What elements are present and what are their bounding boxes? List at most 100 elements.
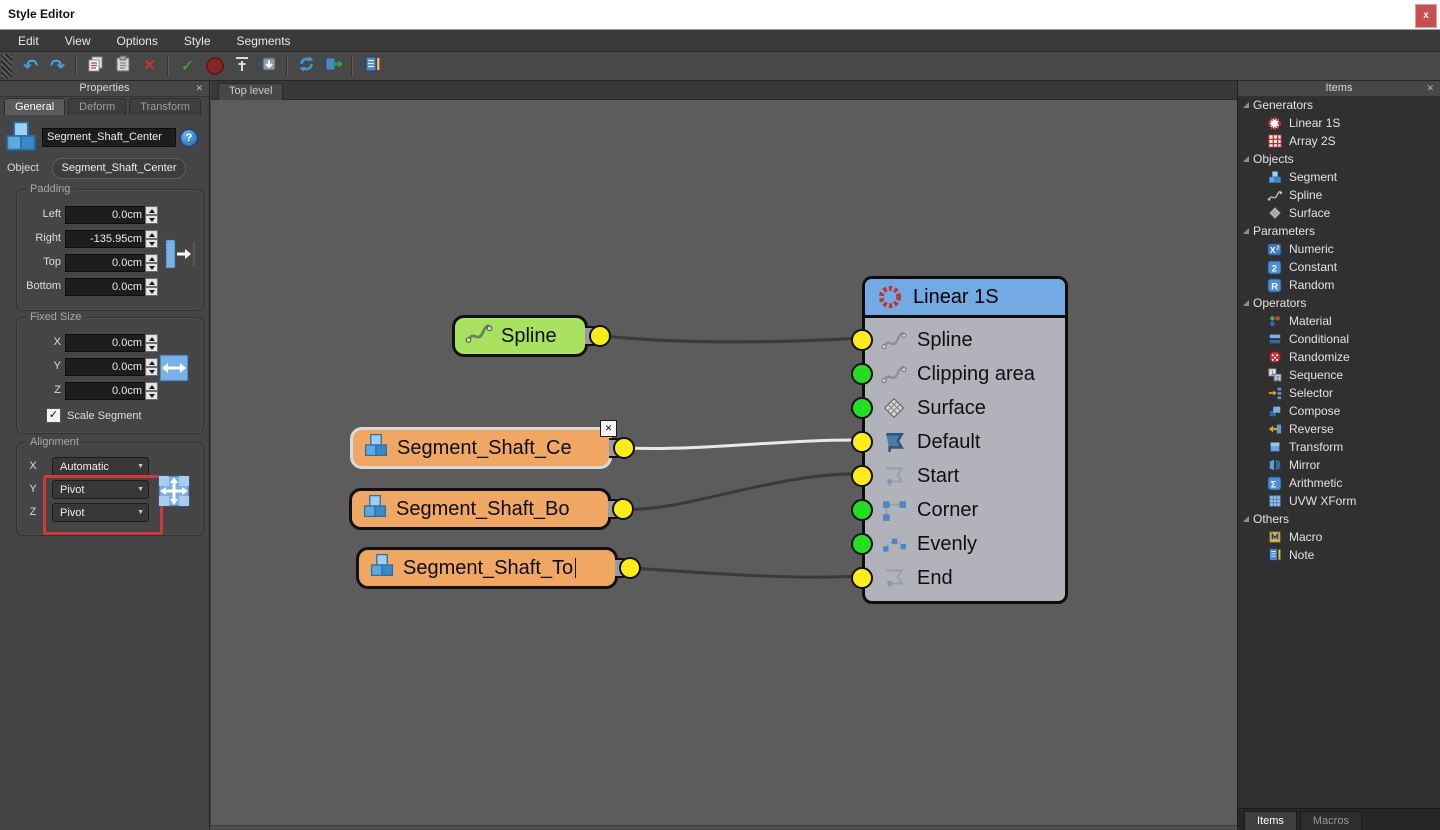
toolbar-grip[interactable] [1,54,12,79]
disable-button[interactable] [202,54,227,78]
redo-button[interactable]: ↷ [45,54,70,78]
tab-deform[interactable]: Deform [68,98,126,115]
output-port[interactable] [589,325,611,347]
tab-transform[interactable]: Transform [129,98,201,115]
refresh-button[interactable] [294,54,319,78]
padding-bottom-spinner[interactable] [145,278,158,297]
input-port[interactable] [851,363,873,385]
input-row-default[interactable]: Default [865,425,1065,459]
tab-top-level[interactable]: Top level [218,83,283,100]
padding-bottom-input[interactable]: 0.0cm [65,278,147,296]
input-port[interactable] [851,567,873,589]
tree-item-mirror[interactable]: Mirror [1238,456,1440,474]
items-tab-macros[interactable]: Macros [1300,811,1362,830]
tab-general[interactable]: General [4,98,65,115]
tree-item-note[interactable]: Note [1238,546,1440,564]
input-port[interactable] [851,533,873,555]
input-port[interactable] [851,329,873,351]
padding-left-input[interactable]: 0.0cm [65,206,147,224]
tree-item-material[interactable]: Material [1238,312,1440,330]
object-button[interactable]: Segment_Shaft_Center [52,158,186,179]
tree-group-operators[interactable]: Operators [1238,294,1440,312]
node-spline[interactable]: Spline [452,315,588,357]
scale-segment-checkbox[interactable]: ✓ [46,408,61,423]
fixed-size-z-input[interactable]: 0.0cm [65,382,147,400]
input-port[interactable] [851,431,873,453]
tree-group-parameters[interactable]: Parameters [1238,222,1440,240]
tree-group-generators[interactable]: Generators [1238,96,1440,114]
alignment-x-select[interactable]: Automatic▼ [52,457,149,476]
tree-item-conditional[interactable]: Conditional [1238,330,1440,348]
fixed-size-y-spinner[interactable] [145,358,158,377]
tree-item-constant[interactable]: 2 Constant [1238,258,1440,276]
window-close-button[interactable]: x [1415,4,1437,28]
node-segment-top[interactable]: Segment_Shaft_To [356,547,618,589]
notes-button[interactable] [359,54,384,78]
padding-top-spinner[interactable] [145,254,158,273]
tree-item-spline[interactable]: Spline [1238,186,1440,204]
items-tab-items[interactable]: Items [1244,811,1297,830]
node-name-input[interactable]: Segment_Shaft_Center [42,128,176,147]
input-port[interactable] [851,397,873,419]
input-row-end[interactable]: End [865,561,1065,595]
menu-item-edit[interactable]: Edit [8,32,49,50]
output-port[interactable] [613,437,635,459]
items-close-icon[interactable]: ✕ [1426,82,1434,95]
node-linear-1s[interactable]: Linear 1S Spline Clipping area [862,276,1068,604]
undo-button[interactable]: ↶ [18,54,43,78]
tree-item-sequence[interactable]: 12 Sequence [1238,366,1440,384]
tree-item-selector[interactable]: Selector [1238,384,1440,402]
tree-group-objects[interactable]: Objects [1238,150,1440,168]
export-button[interactable] [321,54,346,78]
wire-segment-center-to-default-input[interactable] [628,440,862,449]
tree-item-randomize[interactable]: Randomize [1238,348,1440,366]
fixed-size-x-spinner[interactable] [145,334,158,353]
padding-top-input[interactable]: 0.0cm [65,254,147,272]
wire-spline-to-spline-input[interactable] [604,336,862,342]
fixed-size-x-input[interactable]: 0.0cm [65,334,147,352]
output-port[interactable] [619,557,641,579]
copy-button[interactable] [83,54,108,78]
fixed-size-z-spinner[interactable] [145,382,158,401]
properties-close-icon[interactable]: ✕ [195,82,203,95]
wire-segment-top-to-end-input[interactable] [631,568,862,577]
tree-item-linear-1s[interactable]: Linear 1S [1238,114,1440,132]
tree-item-segment[interactable]: Segment [1238,168,1440,186]
pin-top-button[interactable] [229,54,254,78]
tree-item-array-2s[interactable]: Array 2S [1238,132,1440,150]
tree-item-uvw-xform[interactable]: UVW XForm [1238,492,1440,510]
tree-item-random[interactable]: R Random [1238,276,1440,294]
menu-item-style[interactable]: Style [174,32,221,50]
tree-item-reverse[interactable]: Reverse [1238,420,1440,438]
tree-item-arithmetic[interactable]: Σ Arithmetic [1238,474,1440,492]
menu-item-segments[interactable]: Segments [227,32,301,50]
padding-right-input[interactable]: -135.95cm [65,230,147,248]
node-canvas[interactable]: Spline Segment_Shaft_Ce ✕ Segment_Shaf [211,100,1237,830]
input-row-start[interactable]: Start [865,459,1065,493]
input-row-spline[interactable]: Spline [865,323,1065,357]
input-row-clipping-area[interactable]: Clipping area [865,357,1065,391]
tree-item-macro[interactable]: Macro [1238,528,1440,546]
input-port[interactable] [851,465,873,487]
input-row-surface[interactable]: Surface [865,391,1065,425]
delete-node-button[interactable]: ✕ [600,420,617,437]
tree-group-others[interactable]: Others [1238,510,1440,528]
input-row-evenly[interactable]: Evenly [865,527,1065,561]
fixed-size-y-input[interactable]: 0.0cm [65,358,147,376]
tree-item-numeric[interactable]: X2 Numeric [1238,240,1440,258]
tree-item-surface[interactable]: Surface [1238,204,1440,222]
node-segment-bottom[interactable]: Segment_Shaft_Bo [349,488,611,530]
tree-item-compose[interactable]: Compose [1238,402,1440,420]
padding-right-spinner[interactable] [145,230,158,249]
generator-header[interactable]: Linear 1S [865,279,1065,318]
wire-segment-bottom-to-start-input[interactable] [625,474,862,509]
input-row-corner[interactable]: Corner [865,493,1065,527]
input-port[interactable] [851,499,873,521]
menu-item-view[interactable]: View [55,32,101,50]
apply-button[interactable]: ✓ [175,54,200,78]
tree-item-transform[interactable]: Transform [1238,438,1440,456]
padding-left-spinner[interactable] [145,206,158,225]
paste-button[interactable] [110,54,135,78]
delete-button[interactable]: × [137,54,162,78]
help-icon[interactable]: ? [180,129,198,147]
